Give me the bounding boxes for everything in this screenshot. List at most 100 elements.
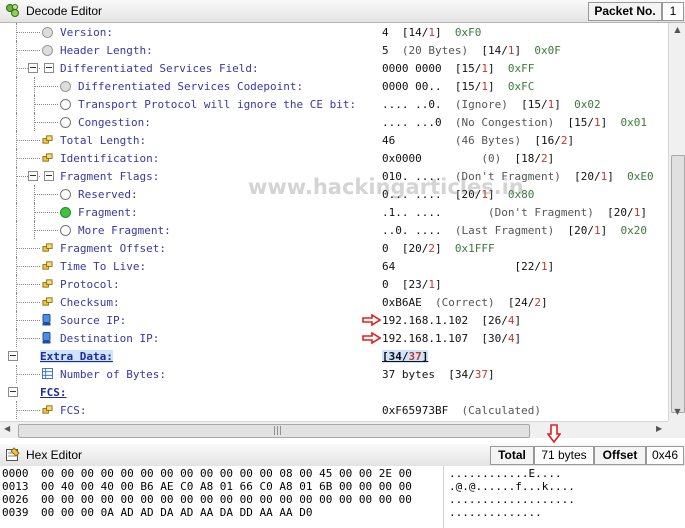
field-value-icon: [42, 243, 53, 252]
tree-row[interactable]: Destination IP: 192.168.1.107 [30/4]: [0, 329, 668, 347]
tree-connector: [16, 50, 40, 51]
tree-row[interactable]: Differentiated Services Field: 0000 0000 …: [0, 59, 668, 77]
field-value-icon: [42, 405, 53, 414]
tree-row[interactable]: Number of Bytes: 37 bytes [34/37]: [0, 365, 668, 383]
horizontal-scroll-thumb[interactable]: |||: [18, 424, 530, 438]
field-value-icon: [42, 135, 53, 144]
tree-row[interactable]: Transport Protocol will ignore the CE bi…: [0, 95, 668, 113]
tree-row-value: 192.168.1.102 [26/4]: [382, 314, 522, 327]
tree-row[interactable]: Source IP: 192.168.1.102 [26/4]: [0, 311, 668, 329]
ip-address-icon: [42, 332, 51, 344]
scroll-down-icon[interactable]: ▼: [671, 407, 684, 420]
tree-row[interactable]: Differentiated Services Codepoint: 0000 0…: [0, 77, 668, 95]
tree-row-label: FCS:: [60, 404, 87, 417]
collapse-toggle-icon[interactable]: [8, 387, 18, 397]
field-value-icon: [42, 153, 53, 162]
tree-connector: [16, 32, 40, 33]
collapse-toggle-icon[interactable]: [28, 63, 38, 73]
scroll-right-icon[interactable]: ▶: [656, 424, 662, 433]
decode-tree[interactable]: Version: 4 [14/1] 0xF0 Header Length: 5 (20…: [0, 23, 668, 421]
tree-connector: [16, 185, 17, 203]
tree-row-label: Header Length:: [60, 44, 153, 57]
tree-row[interactable]: Time To Live: 64 [22/1]: [0, 257, 668, 275]
expand-toggle-icon[interactable]: [44, 171, 54, 181]
hex-bytes[interactable]: 00 40 00 40 00 B6 AE C0 A8 01 66 C0 A8 0…: [41, 480, 412, 493]
hex-ascii-separator: [443, 466, 444, 528]
tree-row-value: 64 [22/1]: [382, 260, 555, 273]
hex-offset: 0039: [2, 506, 29, 519]
tree-row[interactable]: FCS: 0xF65973BF (Calculated): [0, 401, 668, 419]
tree-row-label: Source IP:: [60, 314, 127, 327]
tree-row[interactable]: FCS:: [0, 383, 668, 401]
decode-editor-title: Decode Editor: [26, 4, 103, 18]
tree-connector: [16, 158, 40, 159]
hex-offset: 0000: [2, 467, 29, 480]
tree-row-value: ..0. .... (Last Fragment) [20/1] 0x20: [382, 224, 647, 237]
red-right-arrow-icon: [362, 332, 381, 344]
tree-row[interactable]: Extra Data: [34/37]: [0, 347, 668, 365]
hex-editor-icon: [6, 447, 20, 461]
tree-connector: [16, 275, 17, 293]
scroll-up-icon[interactable]: ▲: [671, 25, 684, 38]
watermark-text: www.hackingarticles.in: [248, 175, 524, 199]
hex-view[interactable]: 0000 00 00 00 00 00 00 00 00 00 00 00 00 …: [0, 466, 685, 528]
tree-row[interactable]: Protocol: 0 [23/1]: [0, 275, 668, 293]
decode-editor-icon: [6, 4, 19, 17]
collapse-toggle-icon[interactable]: [28, 171, 38, 181]
tree-row[interactable]: Checksum: 0xB6AE (Correct) [24/2]: [0, 293, 668, 311]
horizontal-scrollbar[interactable]: ◀ ||| ▶: [0, 421, 668, 439]
hex-ascii[interactable]: .@.@......f...k....: [449, 480, 575, 493]
hex-ascii[interactable]: ...................: [449, 493, 575, 506]
tree-connector: [16, 221, 17, 239]
tree-connector: [16, 113, 17, 131]
ip-address-icon: [42, 314, 51, 326]
tree-connector: [34, 86, 58, 87]
packet-no-value[interactable]: 1: [662, 2, 684, 21]
tree-row-value: 0x0000 (0) [18/2]: [382, 152, 555, 165]
hex-editor-title: Hex Editor: [26, 448, 83, 462]
tree-row[interactable]: Fragment Offset: 0 [20/2] 0x1FFF: [0, 239, 668, 257]
tree-row-label: Transport Protocol will ignore the CE bi…: [78, 98, 357, 111]
offset-value: 0x46: [646, 446, 684, 465]
tree-row[interactable]: Identification: 0x0000 (0) [18/2]: [0, 149, 668, 167]
tree-row[interactable]: Fragment: .1.. .... (Don't Fragment) [20/…: [0, 203, 668, 221]
tree-connector: [16, 167, 17, 185]
bit-flag-icon: [60, 189, 71, 200]
collapse-toggle-icon[interactable]: [8, 351, 18, 361]
tree-row-label: Protocol:: [60, 278, 120, 291]
tree-connector: [16, 149, 17, 167]
field-value-icon: [42, 297, 53, 306]
tree-connector: [16, 131, 17, 149]
tree-row[interactable]: Congestion: .... ...0 (No Congestion) [15…: [0, 113, 668, 131]
tree-row-label: FCS:: [40, 386, 67, 399]
scroll-left-icon[interactable]: ◀: [4, 424, 10, 433]
tree-connector: [16, 401, 17, 419]
tree-connector: [16, 338, 40, 339]
hex-bytes[interactable]: 00 00 00 00 00 00 00 00 00 00 00 00 00 0…: [41, 493, 412, 506]
tree-row-value: 5 (20 Bytes) [14/1] 0x0F: [382, 44, 561, 57]
tree-connector: [16, 293, 17, 311]
hex-bytes[interactable]: 00 00 00 00 00 00 00 00 00 00 00 00 08 0…: [41, 467, 412, 480]
tree-row[interactable]: Header Length: 5 (20 Bytes) [14/1] 0x0F: [0, 41, 668, 59]
tree-row[interactable]: More Fragment: ..0. .... (Last Fragment) …: [0, 221, 668, 239]
expand-toggle-icon[interactable]: [44, 63, 54, 73]
hex-editor-titlebar: Hex Editor Total 71 bytes Offset 0x46: [0, 444, 685, 467]
tree-connector: [16, 284, 40, 285]
tree-row-label: Fragment Flags:: [60, 170, 160, 183]
tree-connector: [34, 122, 58, 123]
tree-connector: [34, 194, 58, 195]
tree-row[interactable]: Version: 4 [14/1] 0xF0: [0, 23, 668, 41]
tree-connector: [16, 302, 40, 303]
grip-icon: |||: [273, 426, 283, 436]
tree-row-value: 0000 0000 [15/1] 0xFF: [382, 62, 535, 75]
tree-row[interactable]: Total Length: 46 (46 Bytes) [16/2]: [0, 131, 668, 149]
hex-bytes[interactable]: 00 00 00 0A AD AD DA AD AA DA DD AA AA D…: [41, 506, 313, 519]
vertical-scrollbar[interactable]: ▲ ▼: [668, 23, 685, 421]
tree-row-label: Extra Data:: [40, 350, 113, 363]
hex-ascii[interactable]: ..............: [449, 506, 542, 519]
hex-ascii[interactable]: ............E....: [449, 467, 562, 480]
vertical-scroll-thumb[interactable]: [671, 155, 685, 413]
tree-row-value: 4 [14/1] 0xF0: [382, 26, 482, 39]
tree-row-label: Differentiated Services Field:: [60, 62, 259, 75]
red-down-arrow-icon: [547, 424, 561, 444]
